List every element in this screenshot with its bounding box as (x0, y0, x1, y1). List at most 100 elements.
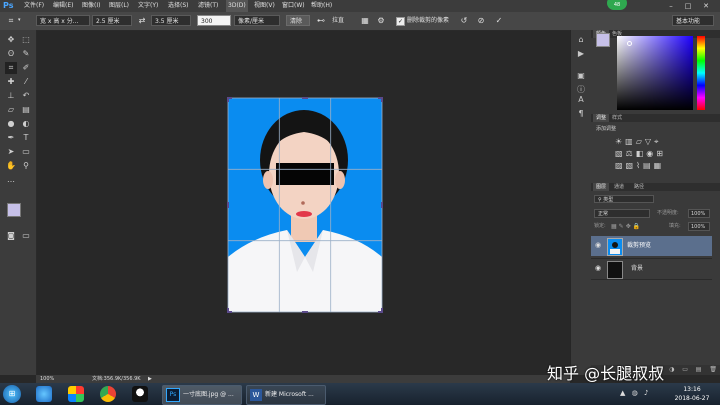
eye-icon[interactable]: ◉ (595, 264, 601, 272)
tab-adjustments[interactable]: 调整 (593, 114, 610, 122)
layer-name[interactable]: 背景 (631, 259, 643, 279)
width-input[interactable]: 2.5 厘米 (92, 15, 132, 26)
document-canvas[interactable] (47, 32, 590, 372)
marquee-tool-icon[interactable]: ⬚ (20, 34, 32, 46)
eraser-tool-icon[interactable]: ▱ (5, 104, 17, 116)
blend-mode-select[interactable]: 正常 (594, 209, 650, 218)
right-panels: 颜色 色板 调整 样式 添加调整 ☀▥▱▽⌖▧⚖◧◉⊞▨▧⌇▤▦ 图层 通道 路… (591, 30, 720, 375)
eye-icon[interactable]: ◉ (595, 241, 601, 249)
hand-tool-icon[interactable]: ✋ (5, 160, 17, 172)
taskbar-item-photoshop[interactable]: Ps 一寸底图.jpg @ ... (162, 385, 242, 405)
menu-filter[interactable]: 滤镜(T) (198, 0, 218, 12)
chrome-icon[interactable] (100, 386, 116, 402)
actions-panel-icon[interactable]: ▶ (575, 48, 587, 60)
clear-button[interactable]: 清除 (286, 15, 310, 26)
menu-help[interactable]: 帮助(H) (311, 0, 332, 12)
shape-tool-icon[interactable]: ▭ (20, 146, 32, 158)
quick-select-tool-icon[interactable]: ✎ (20, 48, 32, 60)
menu-select[interactable]: 选择(S) (168, 0, 189, 12)
lock-icons[interactable]: ▦✎✥🔒 (611, 222, 642, 231)
height-input[interactable]: 3.5 厘米 (151, 15, 191, 26)
gradient-tool-icon[interactable]: ▤ (20, 104, 32, 116)
color-picker-cursor[interactable] (627, 41, 632, 46)
tab-channels[interactable]: 通道 (611, 183, 627, 191)
menu-edit[interactable]: 编辑(E) (53, 0, 73, 12)
taskbar-item-photoshop-label: 一寸底图.jpg @ ... (183, 391, 234, 398)
menu-type[interactable]: 文字(Y) (138, 0, 158, 12)
taskbar-item-word[interactable]: W 新建 Microsoft ... (246, 385, 326, 405)
type-tool-icon[interactable]: T (20, 132, 32, 144)
reset-icon[interactable]: ↺ (459, 15, 469, 26)
360-browser-icon[interactable] (68, 386, 84, 402)
layer-row-crop-preview[interactable]: ◉ 裁剪预览 (591, 236, 712, 256)
grid-overlay-icon[interactable]: ▦ (360, 15, 370, 26)
move-tool-icon[interactable]: ✥ (5, 34, 17, 46)
cancel-icon[interactable]: ⊘ (476, 15, 486, 26)
layer-name[interactable]: 裁剪预览 (627, 236, 651, 256)
clock[interactable]: 13:16 2018-06-27 (668, 385, 716, 403)
delete-cropped-checkbox[interactable]: ✓ (396, 17, 405, 26)
notification-badge[interactable]: 48 (607, 0, 627, 10)
menu-window[interactable]: 窗口(W) (282, 0, 305, 12)
fill-input[interactable]: 100% (688, 222, 710, 231)
ie-browser-icon[interactable] (36, 386, 52, 402)
qq-icon[interactable] (132, 386, 148, 402)
brush-tool-icon[interactable]: ⁄ (20, 76, 32, 88)
color-picker-field[interactable] (617, 36, 693, 110)
menu-3d[interactable]: 3D(D) (226, 0, 248, 12)
zoom-tool-icon[interactable]: ⚲ (20, 160, 32, 172)
dodge-tool-icon[interactable]: ◐ (20, 118, 32, 130)
tab-layers[interactable]: 图层 (593, 183, 610, 191)
opacity-label: 不透明度: (657, 210, 679, 216)
status-arrow-icon[interactable]: ▶ (148, 375, 152, 383)
lasso-tool-icon[interactable]: ʘ (5, 48, 17, 60)
menu-view[interactable]: 视图(V) (254, 0, 275, 12)
pen-tool-icon[interactable]: ✒ (5, 132, 17, 144)
commit-check-icon[interactable]: ✓ (494, 15, 504, 26)
layer-kind-filter-label: 类型 (603, 197, 614, 203)
healing-brush-tool-icon[interactable]: ✚ (5, 76, 17, 88)
path-select-tool-icon[interactable]: ➤ (5, 146, 17, 158)
maximize-icon[interactable]: □ (681, 0, 695, 12)
eyedropper-tool-icon[interactable]: ✐ (20, 62, 32, 74)
history-brush-tool-icon[interactable]: ↶ (20, 90, 32, 102)
start-button-icon[interactable]: ⊞ (3, 385, 21, 403)
unit-select[interactable]: 像素/厘米 (234, 15, 280, 26)
tray-icons[interactable]: ▲ ◍ ♪ (620, 389, 650, 397)
minimize-icon[interactable]: – (664, 0, 678, 12)
photo-crop-view[interactable] (47, 32, 590, 372)
opacity-input[interactable]: 100% (688, 209, 710, 218)
history-panel-icon[interactable]: ⌂ (575, 34, 587, 46)
swap-icon[interactable]: ⇄ (137, 15, 147, 26)
menu-layer[interactable]: 图层(L) (109, 0, 129, 12)
zoom-level[interactable]: 100% (40, 375, 54, 383)
straighten-label[interactable]: 拉直 (332, 15, 344, 26)
gear-icon[interactable]: ⚙ (376, 15, 386, 26)
hue-slider[interactable] (697, 36, 705, 110)
paragraph-panel-icon[interactable]: ¶ (575, 108, 587, 120)
crop-tool-icon[interactable]: ⌗ (5, 62, 17, 74)
clone-stamp-tool-icon[interactable]: ⊥ (5, 90, 17, 102)
workspace-select[interactable]: 基本功能 (672, 15, 714, 26)
more-tools-icon[interactable]: … (5, 174, 17, 186)
foreground-color-swatch[interactable] (7, 203, 21, 217)
properties-panel-icon[interactable]: ▣ (575, 70, 587, 82)
tab-styles[interactable]: 样式 (609, 114, 625, 122)
screen-mode-icon[interactable]: ▭ (20, 230, 32, 242)
chevron-down-icon[interactable]: ▾ (18, 15, 21, 26)
layer-kind-filter[interactable]: ⚲ 类型 (594, 195, 654, 203)
close-icon[interactable]: ✕ (699, 0, 713, 12)
resolution-input[interactable]: 300 (197, 15, 231, 26)
quick-mask-icon[interactable]: ◙ (5, 230, 17, 242)
color-foreground-swatch[interactable] (596, 33, 610, 47)
menu-image[interactable]: 图像(I) (82, 0, 100, 12)
crop-tool-preset-icon[interactable]: ⌗ (6, 15, 16, 26)
layer-row-background[interactable]: ◉ 背景 (591, 258, 712, 280)
character-panel-icon[interactable]: A (575, 94, 587, 106)
blur-tool-icon[interactable]: ● (5, 118, 17, 130)
adjustment-icons[interactable]: ☀▥▱▽⌖ ▧⚖◧◉⊞ ▨▧⌇▤▦ (615, 136, 705, 172)
tab-paths[interactable]: 路径 (631, 183, 647, 191)
straighten-icon[interactable]: ⊷ (316, 15, 326, 26)
menu-file[interactable]: 文件(F) (24, 0, 44, 12)
ratio-select[interactable]: 宽 x 高 x 分... (36, 15, 90, 26)
